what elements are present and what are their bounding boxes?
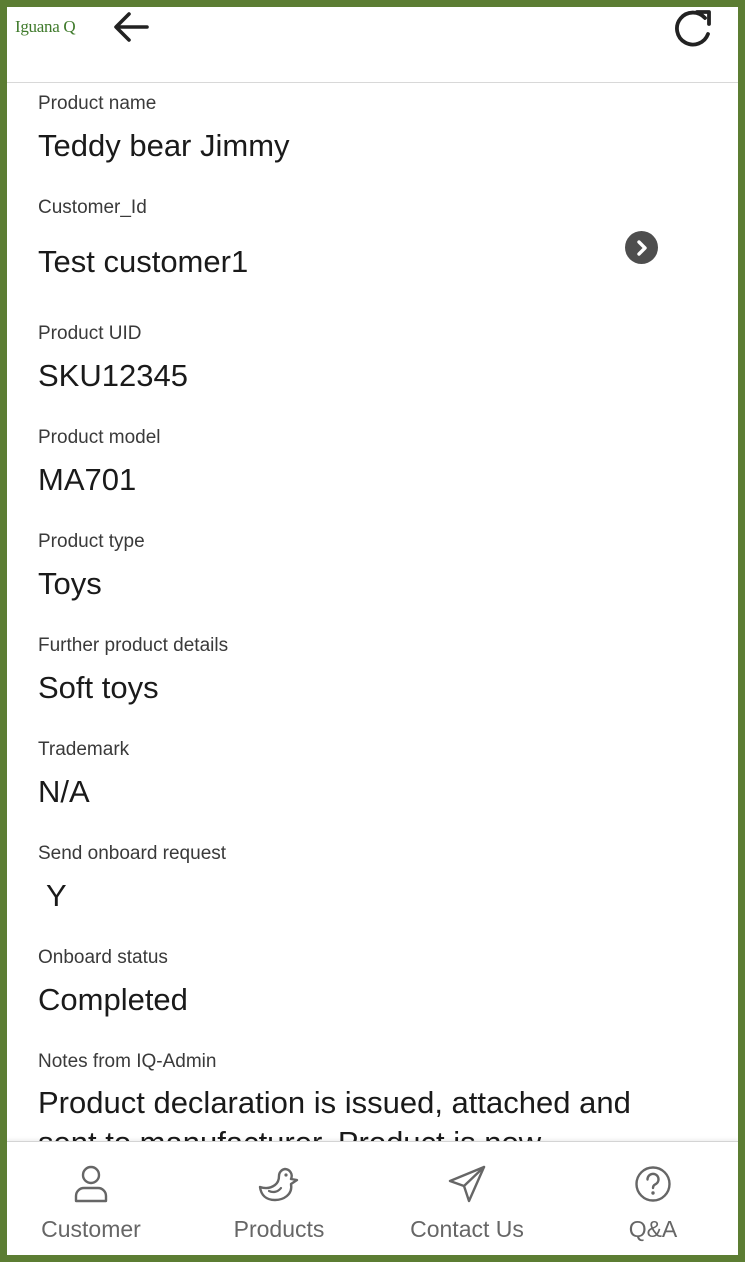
notes-field: Notes from IQ-Admin Product declaration …	[38, 1051, 698, 1142]
customer-open-button[interactable]	[625, 231, 658, 264]
refresh-button[interactable]	[669, 7, 717, 49]
product-type-field: Product type Toys	[38, 531, 698, 603]
nav-contact-us[interactable]: Contact Us	[377, 1142, 557, 1255]
field-label: Onboard status	[38, 947, 168, 968]
nav-label: Contact Us	[410, 1216, 524, 1242]
field-value: SKU12345	[38, 358, 188, 393]
further-details-field: Further product details Soft toys	[38, 635, 698, 707]
duck-icon	[258, 1167, 299, 1202]
field-value: Y	[46, 878, 67, 913]
product-uid-field: Product UID SKU12345	[38, 323, 698, 395]
field-value: MA701	[38, 462, 137, 497]
field-label: Further product details	[38, 635, 229, 656]
field-label: Product model	[38, 427, 161, 448]
question-circle-icon	[635, 1166, 671, 1202]
trademark-field: Trademark N/A	[38, 739, 698, 811]
field-value: Test customer1	[38, 244, 249, 279]
field-value: N/A	[38, 774, 90, 809]
product-details: Product name Teddy bear Jimmy Customer_I…	[7, 83, 738, 1142]
field-value: Completed	[38, 982, 188, 1017]
field-label: Send onboard request	[38, 843, 227, 864]
paper-plane-icon	[448, 1165, 486, 1203]
nav-label: Products	[233, 1216, 325, 1242]
nav-label: Q&A	[628, 1216, 678, 1242]
field-value: Product declaration is issued, attached …	[38, 1085, 631, 1142]
product-name-field: Product name Teddy bear Jimmy	[38, 93, 698, 165]
back-button[interactable]	[109, 7, 153, 47]
field-value: Teddy bear Jimmy	[38, 128, 290, 163]
nav-qa[interactable]: Q&A	[563, 1142, 738, 1255]
field-label: Product name	[38, 93, 157, 114]
onboard-status-field: Onboard status Completed	[38, 947, 698, 1019]
send-onboard-field: Send onboard request Y	[38, 843, 698, 915]
product-model-field: Product model MA701	[38, 427, 698, 499]
customer-id-field[interactable]: Customer_Id Test customer1	[38, 197, 698, 281]
refresh-icon	[675, 10, 711, 47]
field-label: Product UID	[38, 323, 142, 344]
field-label: Notes from IQ-Admin	[38, 1051, 217, 1072]
logo: Iguana Q	[15, 17, 76, 36]
chevron-right-icon	[636, 239, 647, 256]
field-value: Soft toys	[38, 670, 159, 705]
top-bar: Iguana Q	[7, 7, 738, 83]
nav-customer[interactable]: Customer	[7, 1142, 181, 1255]
bottom-navigation: Customer Products Contact Us Q&A	[7, 1141, 738, 1255]
field-value: Toys	[38, 566, 102, 601]
field-label: Trademark	[38, 739, 130, 760]
field-label: Customer_Id	[38, 197, 147, 218]
person-icon	[74, 1165, 108, 1203]
arrow-left-icon	[114, 12, 149, 42]
field-label: Product type	[38, 531, 145, 552]
nav-products[interactable]: Products	[189, 1142, 369, 1255]
app-frame: Iguana Q Product name Teddy bear Jimmy C…	[0, 0, 745, 1262]
nav-label: Customer	[41, 1216, 141, 1242]
